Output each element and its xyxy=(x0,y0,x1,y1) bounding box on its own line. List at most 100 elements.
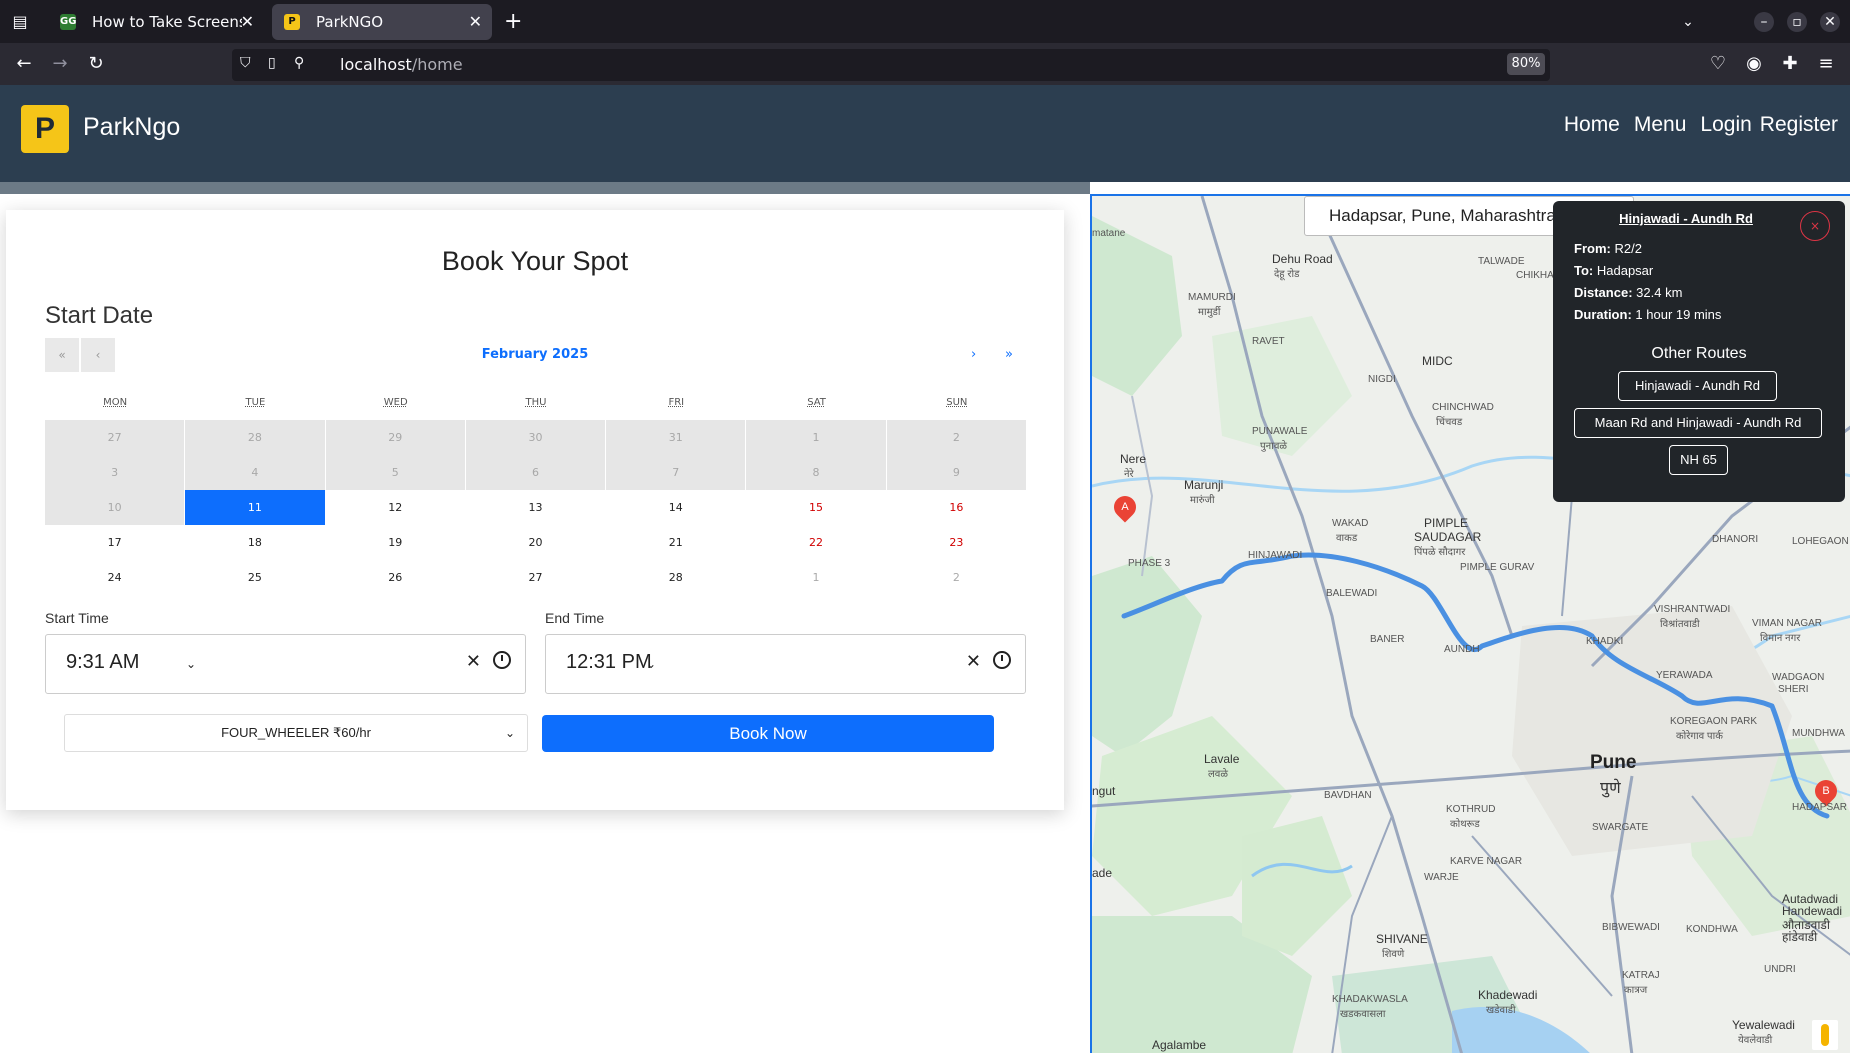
map-place-label: VISHRANTWADI xyxy=(1654,604,1731,615)
reload-icon[interactable]: ↻ xyxy=(84,52,108,76)
street-view-pegman-icon[interactable] xyxy=(1812,1020,1838,1050)
calendar-day[interactable]: 26 xyxy=(326,560,466,595)
calendar-day[interactable]: 15 xyxy=(746,490,887,525)
calendar-day[interactable]: 18 xyxy=(185,525,326,560)
map-place-label: कोथरूड xyxy=(1450,819,1480,830)
calendar-day[interactable]: 27 xyxy=(466,560,607,595)
route-start-marker[interactable]: A xyxy=(1109,491,1141,523)
next-year-button[interactable]: » xyxy=(1005,347,1013,362)
map-place-label: KOREGAON PARK xyxy=(1670,716,1758,727)
weekday-label: FRI xyxy=(668,397,685,408)
calendar-month-label[interactable]: February 2025 xyxy=(440,347,630,362)
forward-icon[interactable]: → xyxy=(48,52,72,76)
calendar-day[interactable]: 16 xyxy=(887,490,1027,525)
map-place-label: UNDRI xyxy=(1764,964,1796,975)
pocket-icon[interactable]: ♡ xyxy=(1706,52,1730,76)
page-icon: ▯ xyxy=(268,55,276,71)
maximize-icon[interactable]: ▫ xyxy=(1787,12,1807,32)
browser-tab-screenshots[interactable]: GG How to Take Screenshots ✕ xyxy=(48,4,264,40)
nav-menu[interactable]: Menu xyxy=(1634,113,1687,137)
clock-icon[interactable] xyxy=(493,651,511,669)
end-time-picker[interactable]: 12:31 PM ⌄ ✕ xyxy=(545,634,1026,694)
close-icon[interactable]: × xyxy=(1800,211,1830,241)
calendar-day[interactable]: 12 xyxy=(326,490,466,525)
vehicle-type-select[interactable]: FOUR_WHEELER ₹60/hr ⌄ xyxy=(64,714,528,752)
end-time-value[interactable]: 12:31 PM xyxy=(566,651,652,674)
calendar-day: 31 xyxy=(606,420,747,455)
calendar-day: 30 xyxy=(465,420,607,455)
browser-tab-bar: ▤ GG How to Take Screenshots ✕ P ParkNGO… xyxy=(0,0,1850,43)
nav-login[interactable]: Login xyxy=(1700,113,1751,137)
close-window-icon[interactable]: ✕ xyxy=(1820,12,1840,32)
map-place-label: AUNDH xyxy=(1444,644,1480,655)
hamburger-menu-icon[interactable]: ≡ xyxy=(1814,52,1838,76)
calendar-day[interactable]: 24 xyxy=(45,560,186,595)
permissions-icon[interactable]: ⚲ xyxy=(294,55,304,71)
start-time-label: Start Time xyxy=(45,610,109,626)
map-place-label: देहू रोड xyxy=(1274,269,1300,280)
calendar-day[interactable]: 25 xyxy=(185,560,326,595)
calendar-day: 7 xyxy=(606,455,747,490)
map-place-label: खडकवासला xyxy=(1340,1009,1386,1020)
next-month-button[interactable]: › xyxy=(971,347,976,362)
chevron-down-icon[interactable]: ⌄ xyxy=(186,657,196,671)
tab-overflow-icon[interactable]: ⌄ xyxy=(1678,12,1698,32)
calendar-day[interactable]: 19 xyxy=(326,525,466,560)
weekday-label: TUE xyxy=(245,397,266,408)
calendar-day[interactable]: 21 xyxy=(606,525,747,560)
calendar-day[interactable]: 13 xyxy=(466,490,607,525)
map-place-label: PIMPLE xyxy=(1424,516,1469,530)
map-place-label: LOHEGAON xyxy=(1792,536,1849,547)
start-time-value[interactable]: 9:31 AM xyxy=(66,651,139,674)
route-from-row: From: R2/2 xyxy=(1574,241,1642,256)
shield-icon[interactable]: ⛉ xyxy=(240,55,251,71)
calendar-day[interactable]: 1 xyxy=(746,560,887,595)
calendar-day[interactable]: 2 xyxy=(887,560,1027,595)
clear-icon[interactable]: ✕ xyxy=(466,651,481,672)
nav-register[interactable]: Register xyxy=(1760,113,1838,137)
parking-logo-icon[interactable]: P xyxy=(21,105,69,153)
other-route-button[interactable]: NH 65 xyxy=(1669,445,1728,475)
start-time-picker[interactable]: 9:31 AM ⌄ ✕ xyxy=(45,634,526,694)
other-route-button[interactable]: Maan Rd and Hinjawadi - Aundh Rd xyxy=(1574,408,1822,438)
chevron-down-icon: ⌄ xyxy=(504,726,515,740)
brand-name[interactable]: ParkNgo xyxy=(83,113,180,142)
account-icon[interactable]: ◉ xyxy=(1742,52,1766,76)
map-place-label: BALEWADI xyxy=(1326,588,1378,599)
map-city-label: Pune xyxy=(1590,752,1637,773)
calendar-week-row: 3 4 5 6 7 8 9 xyxy=(45,455,1027,490)
clear-icon[interactable]: ✕ xyxy=(966,651,981,672)
calendar-day[interactable]: 20 xyxy=(466,525,607,560)
close-tab-icon[interactable]: ✕ xyxy=(469,4,482,40)
calendar-day[interactable]: 22 xyxy=(746,525,887,560)
chevron-down-icon[interactable]: ⌄ xyxy=(646,657,656,671)
url-text[interactable]: localhost/home xyxy=(340,55,463,75)
browser-tab-parkngo[interactable]: P ParkNGO ✕ xyxy=(272,4,492,40)
route-title-link[interactable]: Hinjawadi - Aundh Rd xyxy=(1553,211,1819,226)
url-path: /home xyxy=(411,55,463,74)
map-place-label: Khadewadi xyxy=(1478,988,1538,1002)
other-route-button[interactable]: Hinjawadi - Aundh Rd xyxy=(1618,371,1777,401)
tab-list-icon[interactable]: ▤ xyxy=(8,10,32,34)
extensions-icon[interactable]: ✚ xyxy=(1778,52,1802,76)
calendar-day[interactable]: 23 xyxy=(887,525,1027,560)
calendar-day-selected[interactable]: 11 xyxy=(185,490,326,525)
nav-home[interactable]: Home xyxy=(1564,113,1620,137)
map-place-label: KONDHWA xyxy=(1686,924,1738,935)
back-icon[interactable]: ← xyxy=(12,52,36,76)
calendar-day[interactable]: 17 xyxy=(45,525,186,560)
book-now-button[interactable]: Book Now xyxy=(542,715,994,752)
new-tab-icon[interactable]: + xyxy=(504,8,522,36)
zoom-level-badge[interactable]: 80% xyxy=(1507,53,1545,75)
prev-month-button[interactable]: ‹ xyxy=(81,338,115,372)
map-place-label: VIMAN NAGAR xyxy=(1752,618,1823,629)
minimize-icon[interactable]: – xyxy=(1754,12,1774,32)
clock-icon[interactable] xyxy=(993,651,1011,669)
prev-year-button[interactable]: « xyxy=(45,338,79,372)
map-place-label: HADAPSAR xyxy=(1792,802,1848,813)
route-duration-value: 1 hour 19 mins xyxy=(1635,307,1722,322)
calendar-day[interactable]: 28 xyxy=(606,560,747,595)
route-to-label: To: xyxy=(1574,263,1594,278)
calendar-day[interactable]: 14 xyxy=(606,490,747,525)
close-tab-icon[interactable]: ✕ xyxy=(241,4,254,40)
